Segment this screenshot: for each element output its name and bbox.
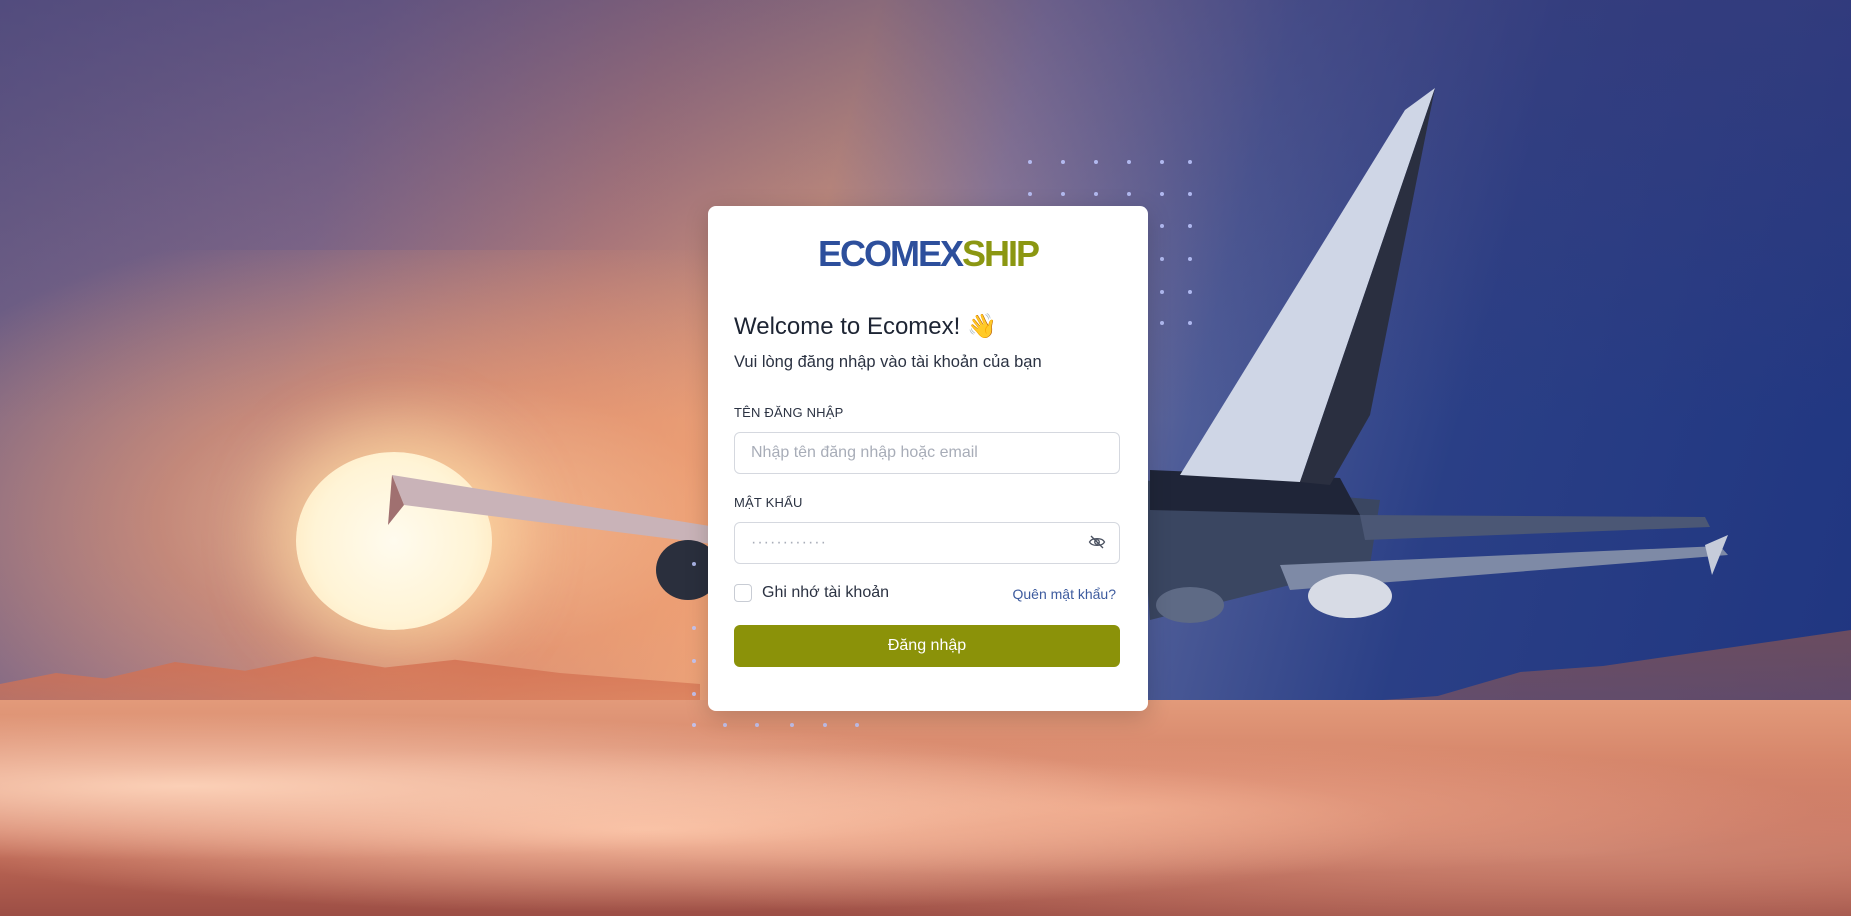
remember-label: Ghi nhớ tài khoản <box>762 584 890 601</box>
welcome-title: Welcome to Ecomex! 👋 <box>734 313 997 340</box>
forgot-password-link[interactable]: Quên mật khẩu? <box>1012 586 1116 602</box>
center-engine <box>1156 587 1224 623</box>
logo-text-ecomex: ECOMEX <box>817 233 964 274</box>
username-input[interactable] <box>734 432 1120 474</box>
tail-fin <box>1180 88 1435 482</box>
remember-checkbox[interactable] <box>734 584 752 602</box>
login-card: ECOMEXSHIP Welcome to Ecomex! 👋 Vui lòng… <box>708 206 1148 711</box>
right-engine <box>1308 574 1392 618</box>
welcome-subtitle: Vui lòng đăng nhập vào tài khoản của bạn <box>734 353 1042 371</box>
password-label: MẬT KHẨU <box>734 495 803 510</box>
username-label: TÊN ĐĂNG NHẬP <box>734 405 844 420</box>
ecomexship-logo: ECOMEXSHIP <box>708 234 1148 274</box>
logo-text-ship: SHIP <box>962 233 1040 274</box>
remember-me[interactable]: Ghi nhớ tài khoản <box>734 584 889 602</box>
password-input[interactable] <box>734 522 1120 564</box>
eye-off-icon[interactable] <box>1088 533 1106 551</box>
left-wing <box>392 475 722 545</box>
right-stabilizer <box>1360 515 1710 540</box>
login-button[interactable]: Đăng nhập <box>734 625 1120 667</box>
